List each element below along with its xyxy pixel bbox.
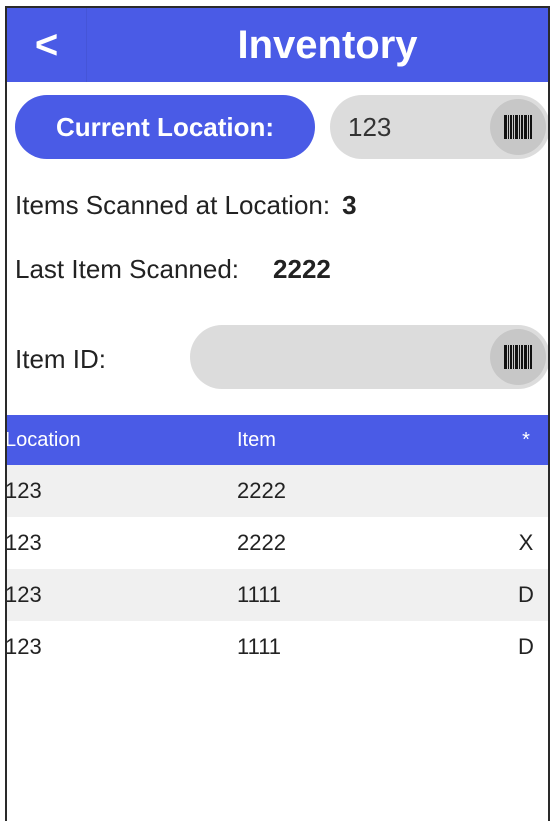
barcode-icon <box>503 345 533 369</box>
item-scan-button[interactable] <box>490 329 546 385</box>
cell-item: 2222 <box>237 530 286 555</box>
items-scanned-value: 3 <box>342 190 357 220</box>
column-header-flag[interactable]: * <box>511 415 541 465</box>
item-id-input[interactable] <box>208 325 488 389</box>
items-scanned-label: Items Scanned at Location: <box>15 190 331 220</box>
table-row[interactable]: 123 1111 D <box>7 621 548 673</box>
cell-item: 2222 <box>237 478 286 503</box>
table-row[interactable]: 123 2222 X <box>7 517 548 569</box>
app-frame: Inventory < Current Location: Items Scan… <box>5 6 550 821</box>
app-header: Inventory < <box>7 8 548 82</box>
cell-flag: X <box>518 530 534 555</box>
column-header-item[interactable]: Item <box>237 415 276 465</box>
table-header: Location Item * <box>7 415 548 465</box>
cell-item: 1111 <box>237 582 282 607</box>
cell-flag <box>511 465 541 517</box>
barcode-icon <box>503 115 533 139</box>
items-scanned-line: Items Scanned at Location: 3 <box>15 190 357 221</box>
last-item-value: 2222 <box>273 254 331 284</box>
location-field <box>330 95 548 159</box>
item-id-field <box>190 325 548 389</box>
last-item-label: Last Item Scanned: <box>15 254 240 284</box>
cell-location: 123 <box>5 478 42 503</box>
last-item-line: Last Item Scanned: 2222 <box>15 254 331 285</box>
location-scan-button[interactable] <box>490 99 546 155</box>
cell-location: 123 <box>5 530 42 555</box>
location-input[interactable] <box>348 95 488 159</box>
cell-location: 123 <box>5 634 42 659</box>
table-row[interactable]: 123 1111 D <box>7 569 548 621</box>
table-row[interactable]: 123 2222 <box>7 465 548 517</box>
cell-flag: D <box>518 634 534 659</box>
back-button[interactable]: < <box>7 8 87 82</box>
cell-flag: D <box>518 582 534 607</box>
item-id-label: Item ID: <box>15 344 107 374</box>
current-location-button[interactable]: Current Location: <box>15 95 315 159</box>
cell-location: 123 <box>5 582 42 607</box>
page-title: Inventory <box>237 22 418 67</box>
scanned-items-table: Location Item * 123 2222 123 2222 X 123 … <box>7 415 548 673</box>
cell-item: 1111 <box>237 634 282 659</box>
column-header-location[interactable]: Location <box>7 415 81 465</box>
